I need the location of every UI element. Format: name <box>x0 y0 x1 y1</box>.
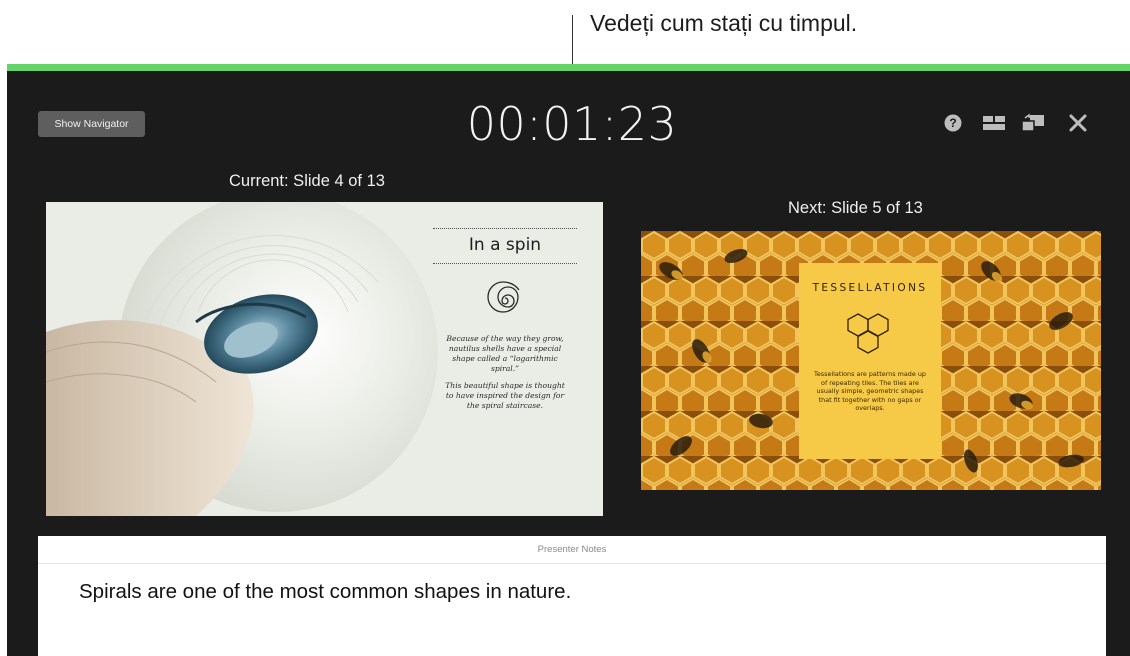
close-icon[interactable] <box>1067 113 1089 133</box>
slide-paragraph: This beautiful shape is thought to have … <box>445 381 565 410</box>
help-icon[interactable]: ? <box>943 113 963 133</box>
swap-displays-icon[interactable] <box>1021 113 1045 133</box>
callout-text: Vedeți cum stați cu timpul. <box>590 10 858 36</box>
slide-title: In a spin <box>468 235 542 255</box>
slide-body: Tessellations are patterns made up of re… <box>814 370 926 413</box>
screenshot-stage: Vedeți cum stați cu timpul. Show Navigat… <box>0 0 1130 656</box>
show-navigator-button[interactable]: Show Navigator <box>38 111 145 137</box>
slide-body: Because of the way they grow, nautilus s… <box>444 334 566 411</box>
presenter-notes-panel[interactable]: Presenter Notes Spirals are one of the m… <box>38 536 1106 656</box>
tessellations-card: TESSELLATIONS Tessellations are patterns… <box>799 263 941 459</box>
presentation-timer[interactable]: 00:01:23 <box>447 97 697 151</box>
current-slide-label: Current: Slide 4 of 13 <box>229 172 385 190</box>
divider <box>433 263 577 264</box>
slide-title: TESSELLATIONS <box>812 282 928 294</box>
presenter-notes-text[interactable]: Spirals are one of the most common shape… <box>79 580 571 604</box>
presenter-display: Show Navigator 00:01:23 ? Current: Slide… <box>7 71 1130 656</box>
current-slide-preview[interactable]: In a spin Because of the way they grow, … <box>46 202 603 516</box>
presenter-notes-header: Presenter Notes <box>38 536 1106 564</box>
slide-paragraph: Because of the way they grow, nautilus s… <box>446 334 564 373</box>
next-slide-label: Next: Slide 5 of 13 <box>788 199 923 217</box>
svg-text:?: ? <box>949 116 956 130</box>
presenter-status-bar <box>7 64 1130 71</box>
hexagon-icon <box>847 313 889 354</box>
next-slide-preview[interactable]: TESSELLATIONS Tessellations are patterns… <box>641 231 1101 490</box>
layout-icon[interactable] <box>982 113 1006 133</box>
slide-text-panel: In a spin Because of the way they grow, … <box>430 228 580 411</box>
spiral-icon <box>487 281 520 313</box>
